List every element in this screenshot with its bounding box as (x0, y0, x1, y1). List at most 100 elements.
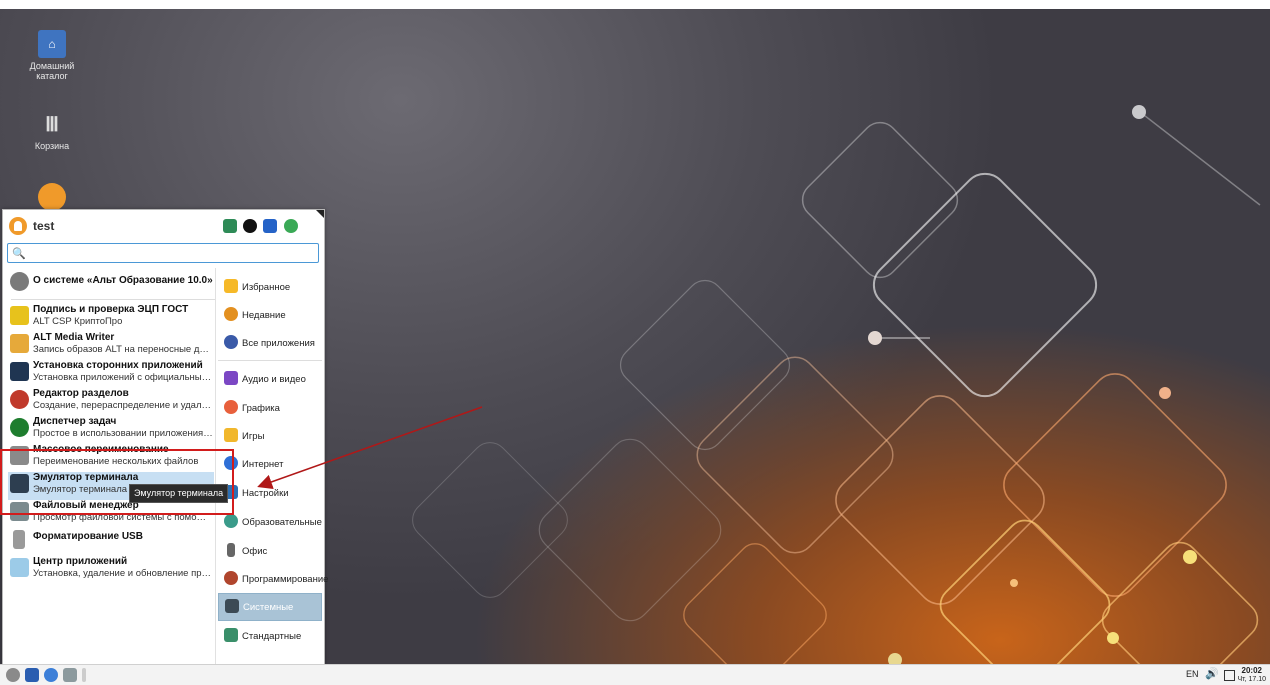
category-label: Системные (243, 602, 294, 613)
category-label: Офис (242, 546, 268, 557)
taskbar-handle[interactable] (82, 668, 86, 682)
search-box[interactable]: 🔍 (7, 243, 319, 263)
app-title: Редактор разделов (33, 388, 129, 399)
desktop-icon-label: Корзина (34, 141, 70, 151)
alt-logo-icon (38, 183, 66, 211)
annotation-highlight-box (0, 449, 234, 515)
audio-video-icon (224, 371, 238, 385)
home-folder-icon: ⌂ (38, 30, 66, 58)
star-icon (224, 279, 238, 293)
app-center-icon (10, 558, 29, 577)
media-writer-icon (10, 334, 29, 353)
file-manager-taskbar-icon[interactable] (63, 668, 77, 682)
resize-corner[interactable] (316, 210, 324, 218)
app-about-system[interactable]: О системе «Альт Образование 10.0» (8, 270, 214, 298)
category-audio-video[interactable]: Аудио и видео (218, 366, 322, 392)
app-title: Центр приложений (33, 556, 128, 567)
show-desktop-icon[interactable] (25, 668, 39, 682)
top-white-strip (0, 0, 1270, 9)
category-system[interactable]: Системные (218, 593, 322, 621)
category-label: Игры (242, 431, 265, 442)
switch-user-icon[interactable] (263, 219, 277, 233)
category-favorites[interactable]: Избранное (218, 274, 322, 300)
usb-format-icon (13, 530, 25, 549)
accessories-icon (224, 628, 238, 642)
desktop-icon-home[interactable]: ⌂ Домашний каталог (17, 30, 87, 81)
category-label: Аудио и видео (242, 374, 306, 385)
app-subtitle: Простое в использовании приложения дл... (33, 428, 213, 439)
app-task-manager[interactable]: Диспетчер задач Простое в использовании … (8, 416, 214, 444)
volume-icon[interactable]: 🔊 (1205, 667, 1219, 680)
user-name: test (33, 219, 55, 233)
app-subtitle: Установка, удаление и обновление прогр..… (33, 568, 213, 579)
notifications-icon[interactable] (1224, 670, 1235, 681)
clock-date: Чт, 17.10 (1237, 676, 1266, 683)
app-title: Установка сторонних приложений (33, 360, 203, 371)
app-title: Диспетчер задач (33, 416, 117, 427)
category-graphics[interactable]: Графика (218, 395, 322, 421)
all-apps-icon (224, 335, 238, 349)
category-label: Программирование (242, 574, 329, 585)
third-party-apps-icon (10, 362, 29, 381)
category-accessories[interactable]: Стандартные (218, 623, 322, 649)
lock-icon[interactable] (243, 219, 257, 233)
desktop-icon-label: Домашний каталог (29, 61, 75, 81)
separator (218, 360, 322, 361)
education-icon (224, 514, 238, 528)
category-label: Стандартные (242, 631, 302, 642)
clock-time: 20:02 (1241, 666, 1262, 675)
graphics-icon (224, 400, 238, 414)
separator (11, 299, 215, 300)
app-third-party[interactable]: Установка сторонних приложений Установка… (8, 360, 214, 388)
category-label: Настройки (242, 488, 289, 499)
category-games[interactable]: Игры (218, 423, 322, 449)
app-partition-editor[interactable]: Редактор разделов Создание, перераспреде… (8, 388, 214, 416)
alt-about-icon (10, 272, 29, 291)
games-icon (224, 428, 238, 442)
trash-icon: Ⅲ (45, 113, 59, 136)
category-label: Образовательные (242, 517, 322, 528)
start-menu: test 🔍 О системе «Альт Образование 10.0»… (2, 209, 328, 665)
app-subtitle: ALT CSP КриптоПро (33, 316, 123, 327)
app-title: Подпись и проверка ЭЦП ГОСТ (33, 304, 189, 315)
search-icon: 🔍 (12, 248, 26, 260)
partition-editor-icon (10, 390, 29, 409)
task-manager-icon (10, 418, 29, 437)
app-usb-format[interactable]: Форматирование USB (8, 528, 214, 556)
app-media-writer[interactable]: ALT Media Writer Запись образов ALT на п… (8, 332, 214, 360)
system-icon (225, 599, 239, 613)
app-title: О системе «Альт Образование 10.0» (33, 275, 213, 286)
category-label: Недавние (242, 310, 286, 321)
app-subtitle: Установка приложений с официальных с... (33, 372, 213, 383)
category-recent[interactable]: Недавние (218, 302, 322, 328)
clock-icon (224, 307, 238, 321)
category-programming[interactable]: Программирование (218, 566, 328, 592)
category-label: Графика (242, 403, 280, 414)
app-title: Форматирование USB (33, 531, 143, 542)
clock[interactable]: 20:02 Чт, 17.10 (1237, 666, 1266, 684)
category-label: Все приложения (242, 338, 315, 349)
category-all-apps[interactable]: Все приложения (218, 330, 322, 356)
app-signature[interactable]: Подпись и проверка ЭЦП ГОСТ ALT CSP Крип… (8, 304, 214, 332)
programming-icon (224, 571, 238, 585)
user-avatar[interactable] (9, 217, 27, 235)
app-title: ALT Media Writer (33, 332, 115, 343)
menu-header: test (3, 210, 324, 242)
desktop-icon-trash[interactable]: Ⅲ Корзина (17, 110, 87, 152)
signature-icon (10, 306, 29, 325)
category-label: Интернет (242, 459, 284, 470)
taskbar: EN 🔊 20:02 Чт, 17.10 (0, 664, 1270, 685)
tooltip: Эмулятор терминала (129, 484, 229, 503)
keyboard-layout[interactable]: EN (1186, 669, 1199, 679)
app-center[interactable]: Центр приложений Установка, удаление и о… (8, 556, 214, 584)
logout-icon[interactable] (284, 219, 298, 233)
category-label: Избранное (242, 282, 291, 293)
settings-manager-icon[interactable] (223, 219, 237, 233)
browser-icon[interactable] (44, 668, 58, 682)
app-subtitle: Запись образов ALT на переносные диски (33, 344, 213, 355)
office-icon (227, 543, 235, 557)
app-subtitle: Создание, перераспределение и удалени... (33, 400, 213, 411)
search-input[interactable] (26, 245, 311, 260)
start-menu-button[interactable] (6, 668, 20, 682)
category-office[interactable]: Офис (218, 538, 322, 564)
